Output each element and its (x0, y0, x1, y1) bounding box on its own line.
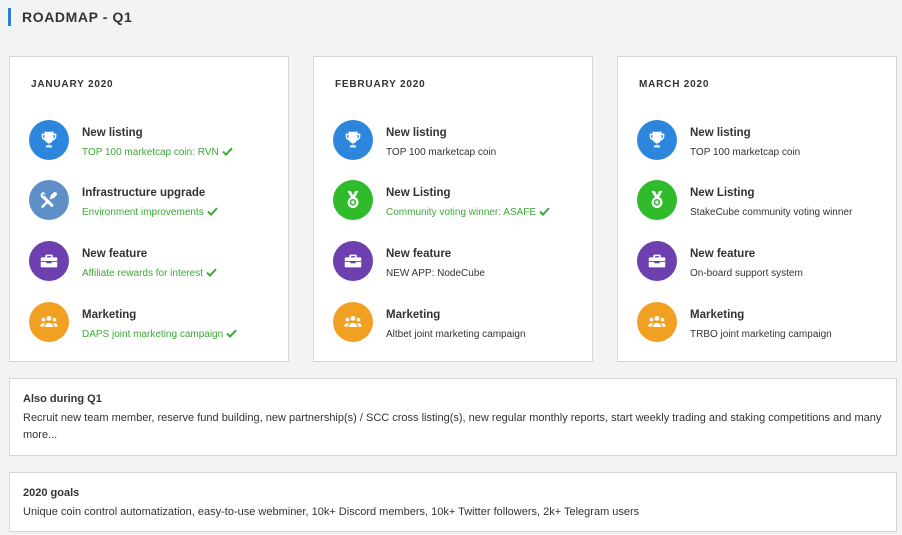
check-icon (223, 329, 237, 340)
group-icon (333, 302, 373, 342)
medal-icon (333, 180, 373, 220)
item-subtitle-text: TOP 100 marketcap coin (690, 147, 801, 158)
trophy-icon (333, 120, 373, 160)
roadmap-item: Marketing Altbet joint marketing campaign (333, 302, 583, 344)
item-subtitle-text: StakeCube community voting winner (690, 207, 853, 218)
item-subtitle: TOP 100 marketcap coin: RVN (82, 147, 233, 158)
also-text: Recruit new team member, reserve fund bu… (23, 412, 882, 441)
toolbox-icon (333, 241, 373, 281)
goals-box: 2020 goals Unique coin control automatiz… (9, 472, 897, 532)
roadmap-item: Infrastructure upgrade Environment improv… (29, 180, 279, 222)
item-subtitle-text: Altbet joint marketing campaign (386, 329, 526, 340)
item-subtitle-text: Affiliate rewards for interest (82, 268, 203, 279)
item-subtitle: TRBO joint marketing campaign (690, 329, 832, 340)
item-subtitle: NEW APP: NodeCube (386, 268, 485, 279)
item-subtitle: On-board support system (690, 268, 803, 279)
item-title: New feature (386, 248, 452, 260)
goals-text: Unique coin control automatization, easy… (23, 506, 640, 518)
item-subtitle-text: Community voting winner: ASAFE (386, 207, 537, 218)
goals-title: 2020 goals (23, 487, 80, 499)
roadmap-item: New listing TOP 100 marketcap coin (333, 120, 583, 162)
check-icon (219, 147, 233, 158)
item-subtitle: Environment improvements (82, 207, 218, 218)
roadmap-item: New feature NEW APP: NodeCube (333, 241, 583, 283)
trophy-icon (637, 120, 677, 160)
item-title: New listing (82, 127, 143, 139)
item-title: New listing (690, 127, 751, 139)
item-subtitle-text: TOP 100 marketcap coin (386, 147, 497, 158)
item-title: Marketing (386, 309, 441, 321)
roadmap-item: New feature On-board support system (637, 241, 887, 283)
check-icon (536, 207, 550, 218)
item-title: Marketing (82, 309, 137, 321)
medal-icon (637, 180, 677, 220)
toolbox-icon (29, 241, 69, 281)
also-during-q1-box: Also during Q1 Recruit new team member, … (9, 378, 897, 456)
month-card-3: MARCH 2020 New listing TOP 100 marketcap c… (617, 56, 897, 362)
roadmap-item: New Listing Community voting winner: ASAF… (333, 180, 583, 222)
roadmap-item: New listing TOP 100 marketcap coin (637, 120, 887, 162)
roadmap-item: Marketing DAPS joint marketing campaign (29, 302, 279, 344)
item-title: Infrastructure upgrade (82, 187, 206, 199)
item-title: New listing (386, 127, 447, 139)
page-title: ROADMAP - Q1 (8, 8, 132, 26)
item-subtitle: TOP 100 marketcap coin (690, 147, 800, 158)
item-subtitle-text: TRBO joint marketing campaign (690, 329, 832, 340)
item-subtitle-text: On-board support system (690, 268, 803, 279)
check-icon (203, 268, 217, 279)
item-subtitle-text: NEW APP: NodeCube (386, 268, 485, 279)
item-subtitle-text: DAPS joint marketing campaign (82, 329, 224, 340)
check-icon (204, 207, 218, 218)
item-subtitle-text: TOP 100 marketcap coin: RVN (82, 147, 219, 158)
item-title: Marketing (690, 309, 745, 321)
item-title: New Listing (386, 187, 451, 199)
roadmap-item: New Listing StakeCube community voting wi… (637, 180, 887, 222)
item-title: New feature (82, 248, 148, 260)
also-title: Also during Q1 (23, 393, 102, 405)
item-subtitle: Altbet joint marketing campaign (386, 329, 526, 340)
trophy-icon (29, 120, 69, 160)
month-card-1: JANUARY 2020 New listing TOP 100 marketcap… (9, 56, 289, 362)
item-title: New feature (690, 248, 756, 260)
month-card-2: FEBRUARY 2020 New listing TOP 100 marketca… (313, 56, 593, 362)
item-subtitle: Affiliate rewards for interest (82, 268, 217, 279)
item-subtitle: StakeCube community voting winner (690, 207, 852, 218)
group-icon (29, 302, 69, 342)
item-subtitle: DAPS joint marketing campaign (82, 329, 237, 340)
item-title: New Listing (690, 187, 755, 199)
month-title: MARCH 2020 (639, 79, 710, 90)
group-icon (637, 302, 677, 342)
toolbox-icon (637, 241, 677, 281)
item-subtitle: Community voting winner: ASAFE (386, 207, 550, 218)
month-title: FEBRUARY 2020 (335, 79, 426, 90)
item-subtitle: TOP 100 marketcap coin (386, 147, 496, 158)
roadmap-item: Marketing TRBO joint marketing campaign (637, 302, 887, 344)
roadmap-item: New feature Affiliate rewards for interes… (29, 241, 279, 283)
item-subtitle-text: Environment improvements (82, 207, 204, 218)
roadmap-item: New listing TOP 100 marketcap coin: RVN (29, 120, 279, 162)
month-title: JANUARY 2020 (31, 79, 114, 90)
tools-icon (29, 180, 69, 220)
